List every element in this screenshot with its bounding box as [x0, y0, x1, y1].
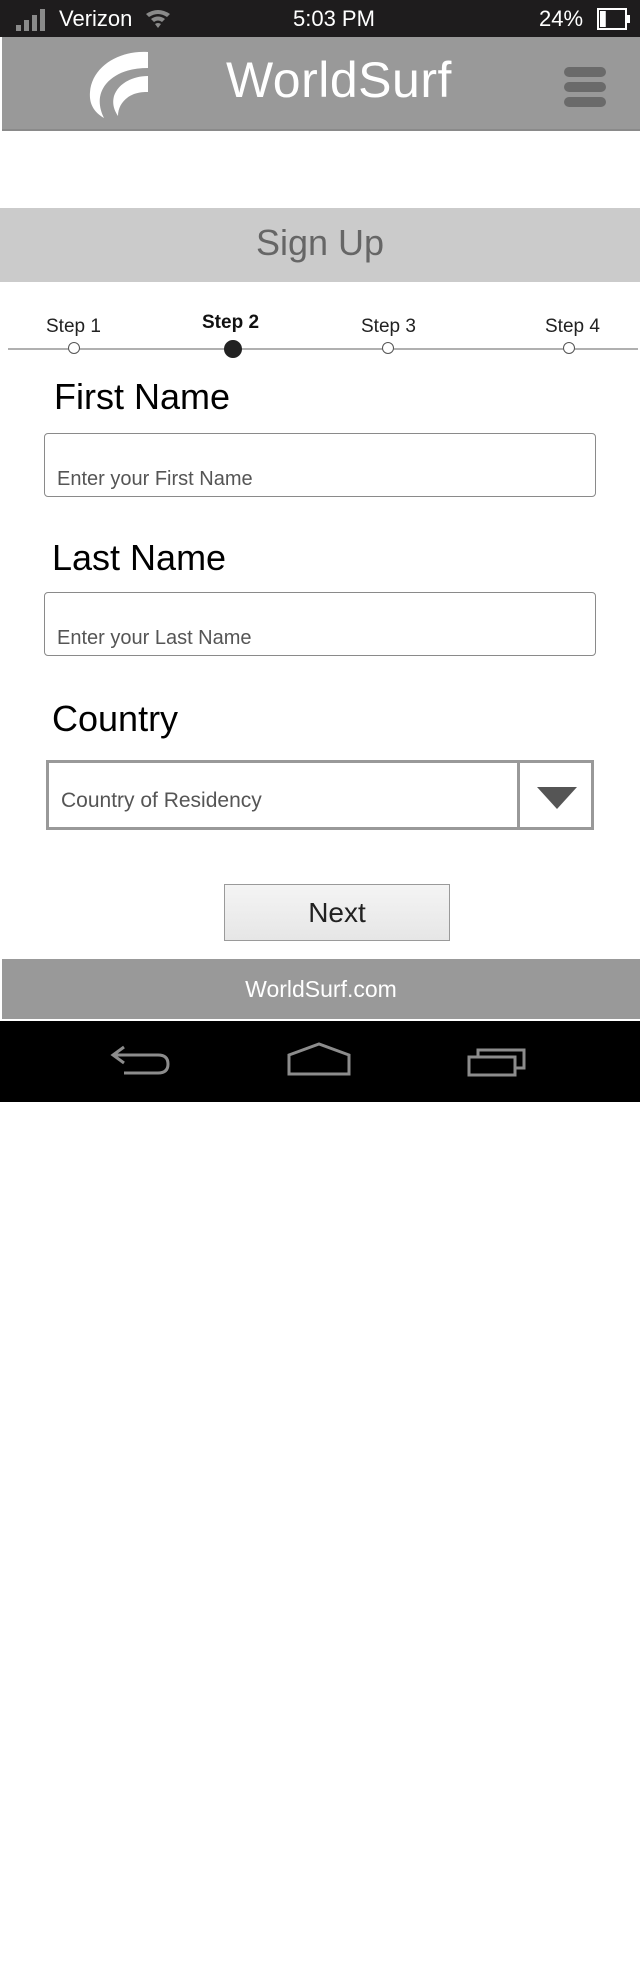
worldsurf-logo [89, 51, 148, 118]
footer-link[interactable]: WorldSurf.com [2, 976, 640, 1003]
step-dot-4[interactable] [563, 342, 575, 354]
dropdown-arrow-icon[interactable] [537, 787, 577, 809]
battery-percent: 24% [539, 6, 584, 31]
menu-icon-bar [564, 82, 606, 92]
last-name-input[interactable] [44, 592, 596, 656]
battery-icon [597, 8, 630, 30]
first-name-input[interactable] [44, 433, 596, 497]
step-label-2: Step 2 [202, 312, 260, 333]
home-icon[interactable] [286, 1041, 352, 1077]
step-dot-3[interactable] [382, 342, 394, 354]
clock: 5:03 PM [293, 6, 375, 31]
step-dot-1[interactable] [68, 342, 80, 354]
country-select-value: Country of Residency [61, 789, 262, 812]
step-label-3: Step 3 [361, 316, 416, 337]
menu-icon [564, 67, 606, 77]
back-icon[interactable] [110, 1043, 172, 1077]
signal-icon [16, 9, 45, 31]
step-label-1: Step 1 [46, 316, 101, 337]
next-button[interactable]: Next [224, 884, 450, 941]
status-bar: Verizon 5:03 PM 24% [0, 0, 640, 37]
step-dot-2[interactable] [224, 340, 242, 358]
page-title: Sign Up [255, 222, 385, 263]
wifi-icon [146, 10, 170, 28]
page-header: Sign Up [0, 208, 640, 282]
last-name-label: Last Name [52, 537, 227, 578]
select-divider [517, 763, 520, 827]
step-indicator: Step 1 Step 2 Step 3 Step 4 [0, 310, 640, 360]
app-header: WorldSurf [2, 37, 640, 131]
menu-icon-bar [564, 97, 606, 107]
footer: WorldSurf.com [2, 959, 640, 1019]
app-title: WorldSurf [226, 52, 452, 108]
first-name-label: First Name [54, 376, 231, 417]
country-select[interactable]: Country of Residency [46, 760, 594, 830]
carrier-name: Verizon [59, 6, 133, 31]
step-track [8, 348, 638, 350]
step-label-4: Step 4 [545, 316, 600, 337]
recent-apps-icon[interactable] [466, 1043, 530, 1077]
system-nav-bar [0, 1021, 640, 1102]
menu-button[interactable] [564, 67, 606, 107]
country-label: Country [52, 698, 179, 739]
